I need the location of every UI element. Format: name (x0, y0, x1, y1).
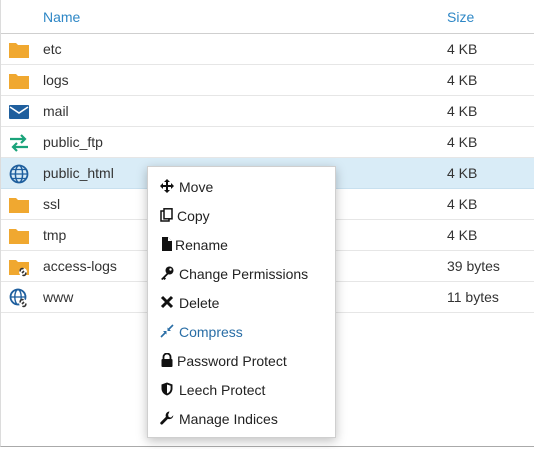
compress-icon (160, 324, 174, 338)
globe-icon (9, 164, 29, 184)
folder-link-icon (9, 260, 29, 277)
menu-item-password-protect[interactable]: Password Protect (148, 344, 335, 373)
menu-item-label: Change Permissions (179, 266, 309, 282)
menu-item-label: Delete (179, 295, 220, 311)
file-size: 4 KB (447, 103, 478, 119)
table-header: Name Size (1, 0, 534, 34)
context-menu: Move Copy Rename Change Permissions Dele… (147, 166, 336, 438)
menu-item-label: Password Protect (177, 353, 287, 369)
file-name: tmp (43, 227, 67, 243)
file-size: 4 KB (447, 196, 478, 212)
file-size: 11 bytes (447, 289, 499, 305)
transfer-arrows-icon (10, 134, 28, 152)
lock-icon (161, 353, 173, 367)
table-row[interactable]: public_ftp 4 KB (1, 127, 534, 158)
menu-item-copy[interactable]: Copy (148, 199, 335, 228)
menu-item-delete[interactable]: Delete (148, 286, 335, 315)
globe-link-icon (9, 288, 27, 308)
table-row[interactable]: logs 4 KB (1, 65, 534, 96)
folder-icon (9, 74, 29, 89)
folder-icon (9, 198, 29, 213)
menu-item-rename[interactable]: Rename (148, 228, 335, 257)
table-row[interactable]: etc 4 KB (1, 34, 534, 65)
x-icon (160, 295, 174, 309)
size-column-header[interactable]: Size (447, 9, 474, 25)
file-size: 4 KB (447, 41, 478, 57)
menu-item-label: Compress (179, 324, 243, 340)
menu-item-change-permissions[interactable]: Change Permissions (148, 257, 335, 286)
file-name: etc (43, 41, 62, 57)
file-name: logs (43, 72, 69, 88)
file-icon (162, 237, 172, 251)
file-size: 39 bytes (447, 258, 500, 274)
shield-icon (161, 382, 173, 396)
file-size: 4 KB (447, 134, 478, 150)
name-column-header[interactable]: Name (43, 9, 80, 25)
copy-icon (160, 208, 173, 222)
file-name: public_ftp (43, 134, 103, 150)
menu-item-manage-indices[interactable]: Manage Indices (148, 402, 335, 431)
file-size: 4 KB (447, 165, 478, 181)
folder-icon (9, 43, 29, 58)
menu-item-label: Manage Indices (179, 411, 278, 427)
move-icon (160, 179, 174, 193)
menu-item-label: Move (179, 179, 214, 195)
file-name: mail (43, 103, 69, 119)
menu-item-move[interactable]: Move (148, 170, 335, 199)
folder-icon (9, 229, 29, 244)
menu-item-label: Copy (177, 208, 210, 224)
table-row[interactable]: mail 4 KB (1, 96, 534, 127)
menu-item-leech-protect[interactable]: Leech Protect (148, 373, 335, 402)
menu-item-label: Leech Protect (179, 382, 266, 398)
file-size: 4 KB (447, 227, 478, 243)
key-icon (161, 266, 174, 280)
file-name: ssl (43, 196, 61, 212)
mail-icon (9, 105, 29, 119)
file-name: public_html (43, 165, 114, 181)
menu-item-label: Rename (175, 237, 228, 253)
file-size: 4 KB (447, 72, 478, 88)
file-name: www (43, 289, 74, 305)
file-name: access-logs (43, 258, 117, 274)
menu-item-compress[interactable]: Compress (148, 315, 335, 344)
wrench-icon (160, 411, 174, 425)
